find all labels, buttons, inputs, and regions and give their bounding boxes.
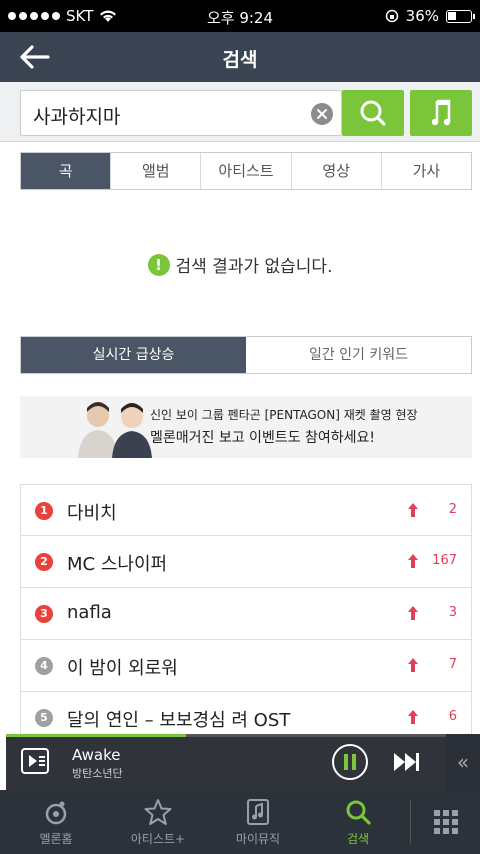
nav-artist-plus[interactable]: 아티스트+ [110,790,206,854]
arrow-up-icon [408,710,418,724]
nav-label: 마이뮤직 [235,832,281,846]
list-item[interactable]: 1 다비치 2 [20,484,472,536]
no-result-message: ! 검색 결과가 없습니다. [0,252,480,277]
promo-banner[interactable]: 신인 보이 그룹 펜타곤 [PENTAGON] 재켓 촬영 현장 멜론매거진 보… [20,396,472,458]
keyword-list: 1 다비치 2 2 MC 스나이퍼 167 3 nafla 3 4 이 밤이 외… [20,484,472,744]
banner-line2: 멜론매거진 보고 이벤트도 참여하세요! [150,430,376,446]
close-icon [317,109,327,119]
rotation-lock-icon [385,9,398,23]
progress-bar [6,734,187,737]
rank-change: 2 [448,502,457,517]
list-item[interactable]: 4 이 밤이 외로워 7 [20,640,472,692]
list-item[interactable]: 3 nafla 3 [20,588,472,640]
search-button[interactable] [342,90,404,136]
search-bar: 사과하지마 [0,82,480,142]
next-track-icon[interactable] [392,750,422,774]
rank-badge: 3 [35,605,53,623]
melon-home-icon [45,801,67,825]
keyword-tabs: 실시간 급상승 일간 인기 키워드 [20,336,472,374]
clear-button[interactable] [311,103,333,125]
battery-percent: 36% [405,7,439,25]
rank-change: 167 [432,553,457,568]
list-item[interactable]: 2 MC 스나이퍼 167 [20,536,472,588]
music-search-button[interactable] [410,90,472,136]
pause-button[interactable] [332,744,368,780]
arrow-up-icon [408,554,418,568]
top-header: 검색 [0,32,480,82]
nav-melon-home[interactable]: 멜론홈 [8,790,104,854]
tab-song[interactable]: 곡 [21,153,111,189]
page-title: 검색 [222,49,258,71]
search-icon [346,800,371,825]
tab-artist[interactable]: 아티스트 [200,153,290,189]
nav-search[interactable]: 검색 [310,790,406,854]
nav-my-music[interactable]: 마이뮤직 [210,790,306,854]
bottom-navigation: 멜론홈 아티스트+ 마이뮤직 검색 [0,790,480,854]
nav-label: 검색 [346,832,370,846]
arrow-up-icon [408,503,418,517]
arrow-up-icon [408,658,418,672]
collapse-player-icon[interactable]: « [446,734,480,790]
status-right: 36% [385,7,475,25]
rank-badge: 5 [35,709,53,727]
tab-album[interactable]: 앨범 [110,153,200,189]
rank-badge: 4 [35,657,53,675]
rank-badge: 2 [35,553,53,571]
rank-change: 6 [448,709,457,724]
nav-divider [410,800,411,844]
rank-badge: 1 [35,502,53,520]
search-input[interactable]: 사과하지마 [20,90,342,136]
my-music-icon [247,799,269,825]
keyword-text: 다비치 [67,503,117,524]
now-playing-artist: 방탄소년단 [72,767,123,780]
app-root: SKT 오후 9:24 36% 검색 사과하지마 곡 앨범 아티스트 영상 가사… [0,0,480,854]
search-query[interactable]: 사과하지마 [33,102,120,129]
star-icon [144,799,172,825]
playlist-icon[interactable] [20,746,52,776]
nav-label: 아티스트+ [130,832,186,846]
music-note-icon [431,99,451,126]
keyword-text: 이 밤이 외로워 [67,658,178,679]
tab-lyrics[interactable]: 가사 [380,153,471,189]
rank-change: 3 [448,605,457,620]
exclamation-icon: ! [147,253,170,276]
keyword-text: nafla [67,602,112,623]
pause-icon [344,754,356,770]
rank-change: 7 [448,657,457,672]
now-playing-title: Awake [72,746,121,764]
no-result-text: 검색 결과가 없습니다. [175,257,333,277]
tab-realtime-rising[interactable]: 실시간 급상승 [21,337,246,373]
banner-line1: 신인 보이 그룹 펜타곤 [PENTAGON] 재켓 촬영 현장 [150,408,418,422]
battery-icon [446,9,475,23]
tab-video[interactable]: 영상 [290,153,381,189]
nav-label: 멜론홈 [39,832,73,846]
search-icon [360,100,386,126]
arrow-up-icon [408,606,418,620]
banner-image [78,402,152,458]
keyword-text: 달의 연인 – 보보경심 려 OST [67,710,291,731]
status-bar: SKT 오후 9:24 36% [0,0,480,32]
mini-player[interactable]: Awake 방탄소년단 « [6,734,480,790]
tab-daily-popular[interactable]: 일간 인기 키워드 [246,337,471,373]
keyword-text: MC 스나이퍼 [67,554,168,575]
menu-grid-icon[interactable] [432,808,460,836]
category-tabs: 곡 앨범 아티스트 영상 가사 [20,152,472,190]
